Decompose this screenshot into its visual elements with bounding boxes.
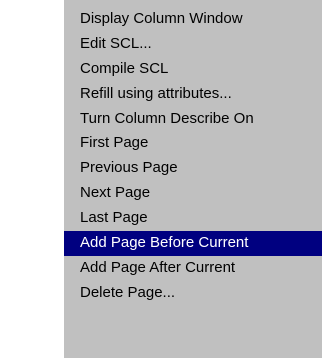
menu-item-add-page-before-current[interactable]: Add Page Before Current [64, 231, 322, 256]
menu-item-last-page[interactable]: Last Page [64, 206, 322, 231]
menu-item-display-column-window[interactable]: Display Column Window [64, 7, 322, 32]
menu-item-turn-column-describe-on[interactable]: Turn Column Describe On [64, 107, 322, 132]
menu-item-add-page-after-current[interactable]: Add Page After Current [64, 256, 322, 281]
menu-item-edit-scl[interactable]: Edit SCL... [64, 32, 322, 57]
menu-item-previous-page[interactable]: Previous Page [64, 156, 322, 181]
menu-item-delete-page[interactable]: Delete Page... [64, 281, 322, 306]
menu-item-first-page[interactable]: First Page [64, 131, 322, 156]
context-menu: Display Column Window Edit SCL... Compil… [64, 0, 322, 358]
menu-item-next-page[interactable]: Next Page [64, 181, 322, 206]
menu-item-compile-scl[interactable]: Compile SCL [64, 57, 322, 82]
menu-item-refill-using-attributes[interactable]: Refill using attributes... [64, 82, 322, 107]
